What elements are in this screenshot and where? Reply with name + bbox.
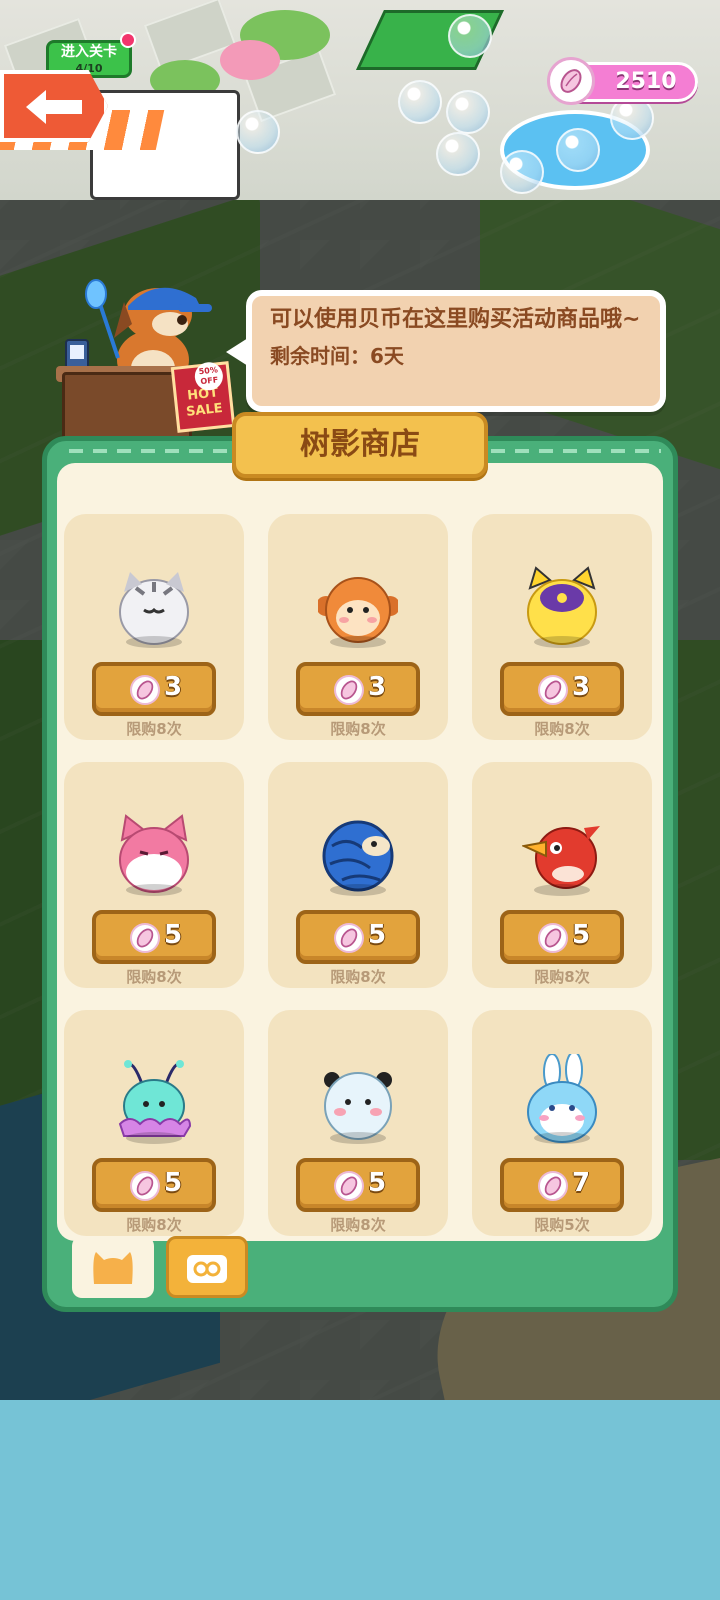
shop-item-card[interactable]: 5 限购8次 xyxy=(64,762,244,988)
purchase-limit: 限购8次 xyxy=(330,1216,386,1234)
purchase-limit: 限购8次 xyxy=(330,968,386,986)
hot-sale-sign: 50% OFF HOT SALE xyxy=(170,360,236,433)
shop-item-card[interactable]: 3 限购8次 xyxy=(268,514,448,740)
back-button[interactable] xyxy=(0,70,108,142)
purchase-limit: 限购8次 xyxy=(534,968,590,986)
shell-coin-icon xyxy=(334,675,364,705)
shop-item-card[interactable]: 5 限购8次 xyxy=(64,1010,244,1236)
pet-bubble[interactable] xyxy=(500,150,544,194)
item-price: 5 xyxy=(164,920,183,950)
gift-tab[interactable] xyxy=(166,1236,248,1298)
pet-shadow xyxy=(126,636,182,648)
shell-coin-icon xyxy=(538,1171,568,1201)
item-price: 7 xyxy=(572,1168,591,1198)
purchase-limit: 限购5次 xyxy=(534,1216,590,1234)
cat-icon xyxy=(93,1252,133,1284)
shell-currency-display: 2510 xyxy=(547,57,698,105)
buy-button[interactable]: 5 xyxy=(296,910,420,964)
shop-title: 树影商店 xyxy=(232,412,488,478)
sea-area xyxy=(0,1400,720,1600)
pet-shadow xyxy=(126,1132,182,1144)
buy-button[interactable]: 3 xyxy=(500,662,624,716)
item-price: 3 xyxy=(164,672,183,702)
shell-coin-icon xyxy=(130,1171,160,1201)
pet-shadow xyxy=(534,636,590,648)
shell-coin-icon xyxy=(538,675,568,705)
shop-item-card[interactable]: 3 限购8次 xyxy=(64,514,244,740)
shell-coin-icon xyxy=(547,57,595,105)
shell-coin-icon xyxy=(334,1171,364,1201)
purchase-limit: 限购8次 xyxy=(534,720,590,738)
pet-shadow xyxy=(330,1132,386,1144)
shop-item-card[interactable]: 5 限购8次 xyxy=(472,762,652,988)
shop-item-card[interactable]: 7 限购5次 xyxy=(472,1010,652,1236)
item-price: 3 xyxy=(572,672,591,702)
item-price: 5 xyxy=(164,1168,183,1198)
pet-bubble[interactable] xyxy=(556,128,600,172)
pet-bubble[interactable] xyxy=(448,14,492,58)
shell-coin-icon xyxy=(130,675,160,705)
shell-coin-icon xyxy=(538,923,568,953)
speech-bubble: 可以使用贝币在这里购买活动商品哦~ 剩余时间：6天 xyxy=(226,290,666,412)
pet-bubble[interactable] xyxy=(236,110,280,154)
item-price: 5 xyxy=(368,920,387,950)
pet-shadow xyxy=(534,1132,590,1144)
buy-button[interactable]: 3 xyxy=(92,662,216,716)
purchase-limit: 限购8次 xyxy=(126,1216,182,1234)
speech-message: 可以使用贝币在这里购买活动商品哦~ xyxy=(270,307,641,332)
pet-bubble[interactable] xyxy=(446,90,490,134)
pet-shadow xyxy=(330,636,386,648)
pet-bubble[interactable] xyxy=(436,132,480,176)
buy-button[interactable]: 7 xyxy=(500,1158,624,1212)
arrow-left-icon xyxy=(26,90,82,124)
buy-button[interactable]: 5 xyxy=(92,910,216,964)
buy-button[interactable]: 5 xyxy=(296,1158,420,1212)
pet-shadow xyxy=(534,884,590,896)
buy-button[interactable]: 5 xyxy=(92,1158,216,1212)
currency-amount: 2510 xyxy=(615,69,677,94)
item-price: 5 xyxy=(572,920,591,950)
pet-bubble[interactable] xyxy=(398,80,442,124)
item-price: 5 xyxy=(368,1168,387,1198)
remaining-time: 剩余时间：6天 xyxy=(270,344,404,368)
shell-coin-icon xyxy=(334,923,364,953)
pet-bubble[interactable] xyxy=(610,96,654,140)
panel-dash-right xyxy=(491,449,661,453)
purchase-limit: 限购8次 xyxy=(126,968,182,986)
shop-item-card[interactable]: 5 限购8次 xyxy=(268,1010,448,1236)
notification-dot xyxy=(120,32,136,48)
buy-button[interactable]: 3 xyxy=(296,662,420,716)
gift-icon xyxy=(187,1255,227,1283)
shop-item-card[interactable]: 3 限购8次 xyxy=(472,514,652,740)
purchase-limit: 限购8次 xyxy=(330,720,386,738)
buy-button[interactable]: 5 xyxy=(500,910,624,964)
cat-tab[interactable] xyxy=(72,1236,154,1298)
purchase-limit: 限购8次 xyxy=(126,720,182,738)
shell-coin-icon xyxy=(130,923,160,953)
pet-shadow xyxy=(330,884,386,896)
enter-level-label: 进入关卡 xyxy=(61,44,117,60)
panel-dash-left xyxy=(69,449,239,453)
item-price: 3 xyxy=(368,672,387,702)
shop-item-card[interactable]: 5 限购8次 xyxy=(268,762,448,988)
pet-shadow xyxy=(126,884,182,896)
